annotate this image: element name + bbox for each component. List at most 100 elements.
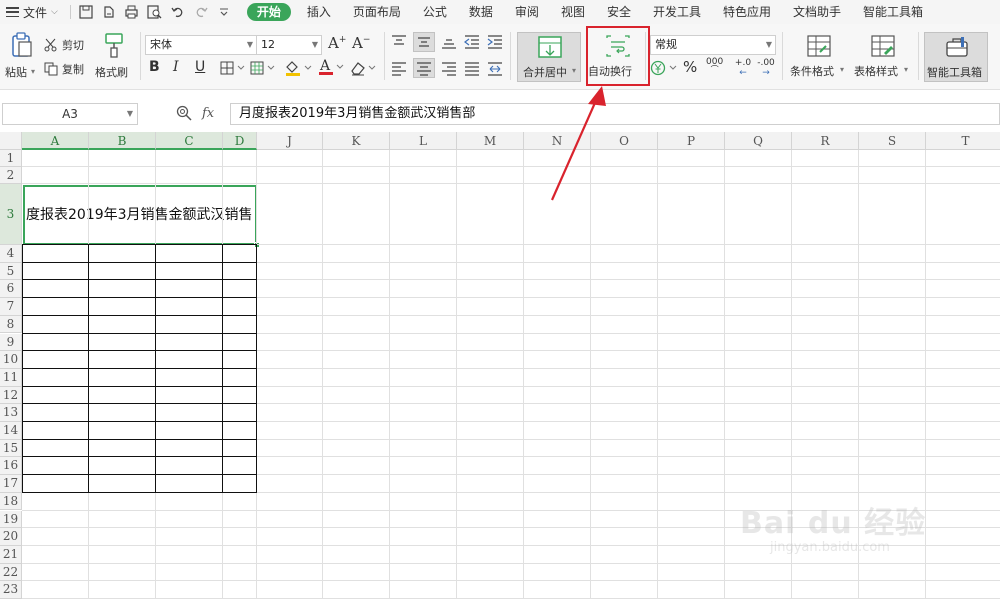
cut-button[interactable]: 剪切 [44,36,92,54]
tab-3[interactable]: 公式 [412,0,458,24]
undo-icon[interactable] [170,4,186,20]
fill-handle[interactable] [254,242,260,248]
tab-2[interactable]: 页面布局 [342,0,412,24]
customize-toolbar-icon[interactable] [216,4,232,20]
align-center-icon[interactable] [413,58,435,78]
row-header-12[interactable]: 12 [0,386,22,405]
decrease-indent-icon[interactable] [463,34,481,53]
fill-color-icon[interactable] [284,59,314,80]
font-size-select[interactable]: 12 ▼ [256,35,322,55]
row-header-15[interactable]: 15 [0,439,22,458]
font-color-icon[interactable]: A [318,57,346,80]
row-header-23[interactable]: 23 [0,581,22,599]
zoom-lookup-icon[interactable] [176,105,192,121]
row-header-5[interactable]: 5 [0,262,22,281]
grid-vertical-line [657,150,658,599]
row-header-17[interactable]: 17 [0,475,22,493]
row-header-11[interactable]: 11 [0,368,22,387]
justify-icon[interactable] [463,60,481,79]
save-icon[interactable] [78,4,94,20]
number-format-select[interactable]: 常规 ▼ [650,35,776,55]
export-pdf-icon[interactable] [101,4,117,20]
tab-6[interactable]: 视图 [550,0,596,24]
decrease-font-icon[interactable]: A− [352,34,370,52]
border-icon[interactable] [220,61,246,78]
align-left-icon[interactable] [390,60,408,79]
tab-8[interactable]: 开发工具 [642,0,712,24]
row-header-16[interactable]: 16 [0,457,22,476]
name-box[interactable]: A3 ▼ [2,103,138,125]
font-name-select[interactable]: 宋体 ▼ [145,35,257,55]
merge-center-button[interactable]: 合并居中 ▾ [517,32,581,82]
ribbon-toolbar: 粘贴 ▾ 剪切 复制 格式刷 宋体 ▼ 12 ▼ A+ A− B I U A 合… [0,24,1000,90]
row-header-19[interactable]: 19 [0,510,22,529]
column-header-b[interactable]: B [89,132,156,150]
row-header-13[interactable]: 13 [0,404,22,422]
cell-fill-pattern-icon[interactable] [250,61,276,78]
column-header-q[interactable]: Q [725,132,792,150]
insert-function-button[interactable]: fx [202,106,214,121]
column-header-r[interactable]: R [792,132,859,150]
increase-decimal-button[interactable]: +.0 ← [733,58,753,78]
redo-icon[interactable] [193,4,209,20]
paste-button[interactable]: 粘贴 ▾ [4,32,38,82]
row-header-7[interactable]: 7 [0,298,22,316]
row-header-1[interactable]: 1 [0,150,22,167]
ribbon-divider [645,32,646,80]
row-header-18[interactable]: 18 [0,492,22,511]
align-bottom-icon[interactable] [440,34,458,53]
row-header-21[interactable]: 21 [0,545,22,564]
column-header-l[interactable]: L [390,132,457,150]
print-icon[interactable] [124,4,140,20]
tab-0[interactable]: 开始 [246,3,291,21]
column-header-k[interactable]: K [323,132,390,150]
align-middle-icon[interactable] [413,32,435,52]
conditional-format-button[interactable]: 条件格式 ▾ [788,32,850,82]
row-header-9[interactable]: 9 [0,333,22,352]
decrease-decimal-button[interactable]: -.00 → [755,58,777,78]
italic-icon[interactable]: I [173,59,179,75]
distribute-icon[interactable] [486,60,504,79]
copy-button[interactable]: 复制 [44,60,92,78]
row-header-20[interactable]: 20 [0,528,22,546]
print-preview-icon[interactable] [147,4,163,20]
tab-1[interactable]: 插入 [296,0,342,24]
table-style-button[interactable]: 表格样式 ▾ [852,32,914,82]
clear-format-icon[interactable] [350,60,378,79]
column-header-t[interactable]: T [926,132,1000,150]
tab-7[interactable]: 安全 [596,0,642,24]
smart-toolbox-button[interactable]: 智能工具箱 [924,32,988,82]
percent-button[interactable]: % [683,58,697,76]
tab-9[interactable]: 特色应用 [712,0,782,24]
tab-4[interactable]: 数据 [458,0,504,24]
currency-icon[interactable] [650,60,680,79]
tab-11[interactable]: 智能工具箱 [852,0,934,24]
row-header-22[interactable]: 22 [0,563,22,582]
tab-10[interactable]: 文档助手 [782,0,852,24]
thousands-separator-button[interactable]: 000 ⌒ [706,58,723,74]
underline-icon[interactable]: U [195,59,205,75]
column-header-j[interactable]: J [257,132,323,150]
increase-indent-icon[interactable] [486,34,504,53]
column-header-c[interactable]: C [156,132,223,150]
align-right-icon[interactable] [440,60,458,79]
column-header-d[interactable]: D [223,132,257,150]
file-menu[interactable]: 文件 ⌵ [0,0,58,24]
align-top-icon[interactable] [390,34,408,53]
increase-font-icon[interactable]: A+ [328,34,346,52]
row-header-6[interactable]: 6 [0,280,22,299]
row-header-4[interactable]: 4 [0,245,22,263]
column-header-m[interactable]: M [457,132,524,150]
row-header-2[interactable]: 2 [0,167,22,184]
bold-icon[interactable]: B [149,59,160,75]
column-header-a[interactable]: A [22,132,89,150]
row-header-14[interactable]: 14 [0,422,22,440]
format-painter-button[interactable]: 格式刷 [94,32,134,82]
tab-5[interactable]: 审阅 [504,0,550,24]
select-all-corner[interactable] [0,132,22,150]
row-header-8[interactable]: 8 [0,315,22,334]
column-header-s[interactable]: S [859,132,926,150]
row-header-3[interactable]: 3 [0,184,22,245]
row-header-10[interactable]: 10 [0,351,22,369]
column-header-p[interactable]: P [658,132,725,150]
